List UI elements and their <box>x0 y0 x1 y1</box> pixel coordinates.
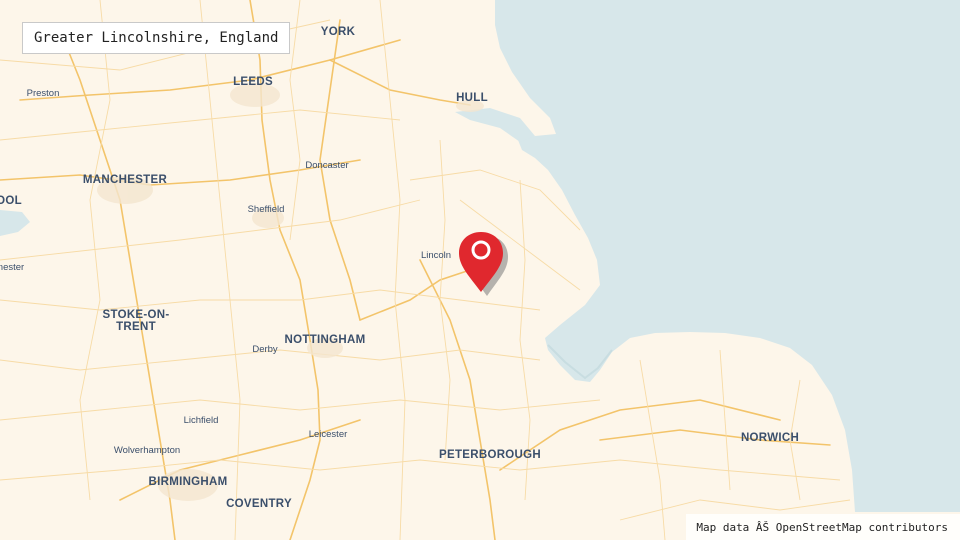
city-label-doncaster: Doncaster <box>305 160 349 171</box>
city-label-hull: HULL <box>456 92 488 104</box>
city-label-nottingham: NOTTINGHAM <box>284 334 366 346</box>
city-label-stoke-line2: TRENT <box>116 321 156 333</box>
city-label-birmingham: BIRMINGHAM <box>148 476 228 488</box>
city-label-york: YORK <box>320 26 356 38</box>
city-label-leicester: Leicester <box>308 429 348 440</box>
city-label-leeds: LEEDS <box>233 76 273 88</box>
city-label-coventry: COVENTRY <box>226 498 292 510</box>
location-label: Greater Lincolnshire, England <box>22 22 291 54</box>
city-label-chester: nester <box>0 262 25 273</box>
marker-dot <box>477 246 485 254</box>
city-label-derby: Derby <box>252 344 278 355</box>
city-label-lincoln: Lincoln <box>420 250 452 261</box>
city-label-preston: Preston <box>26 88 60 99</box>
city-label-sheffield: Sheffield <box>247 204 285 215</box>
city-label-liverpool: OOL <box>0 195 22 207</box>
city-label-lichfield: Lichfield <box>183 415 219 426</box>
city-label-peterborough: PETERBOROUGH <box>439 449 541 461</box>
city-label-manchester: MANCHESTER <box>82 174 168 186</box>
city-label-norwich: NORWICH <box>740 432 800 444</box>
map-attribution[interactable]: Map data ÂŠ OpenStreetMap contributors <box>686 514 960 540</box>
city-label-stoke-line1: STOKE-ON- <box>102 309 170 321</box>
city-label-wolverhampton: Wolverhampton <box>113 445 181 456</box>
